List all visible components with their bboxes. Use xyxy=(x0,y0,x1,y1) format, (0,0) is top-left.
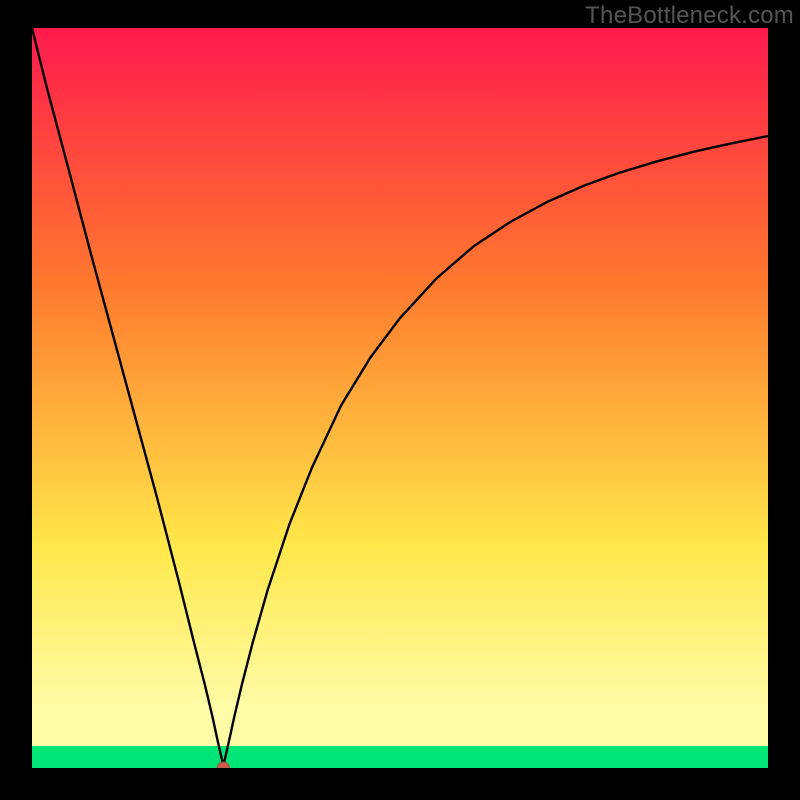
plot-area xyxy=(32,28,768,768)
plot-svg xyxy=(32,28,768,768)
gradient-background xyxy=(32,28,768,768)
chart-container: TheBottleneck.com xyxy=(0,0,800,800)
watermark-text: TheBottleneck.com xyxy=(585,2,794,30)
